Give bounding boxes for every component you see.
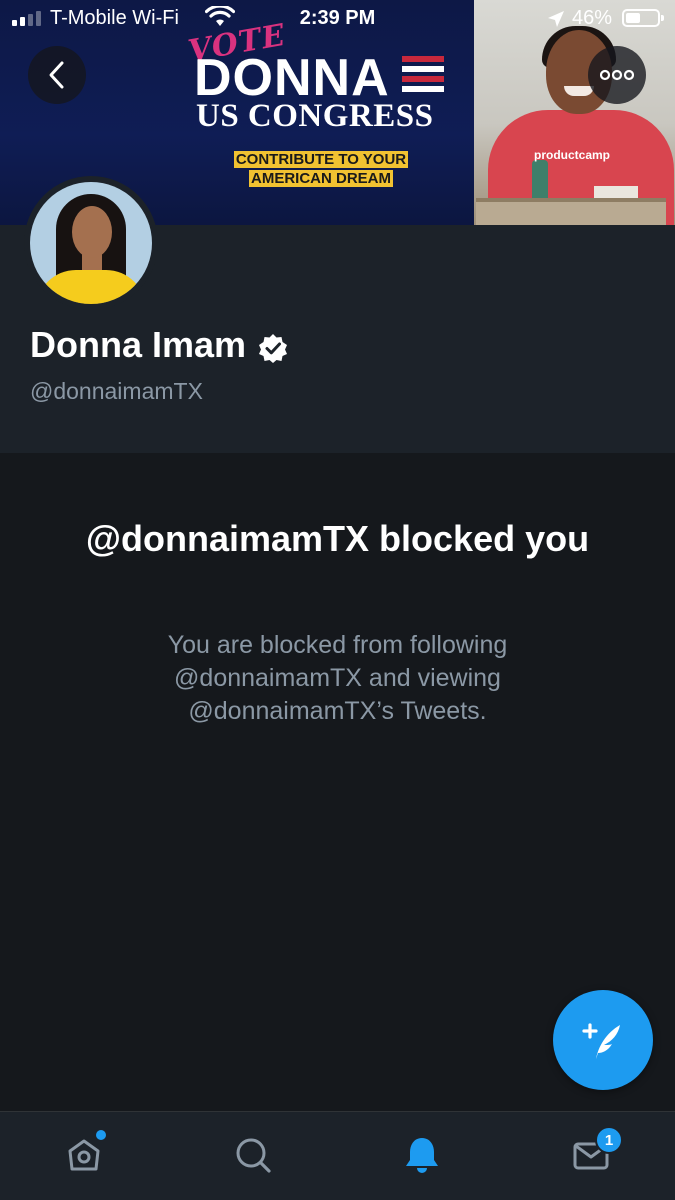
compose-tweet-button[interactable] bbox=[553, 990, 653, 1090]
home-icon bbox=[68, 1139, 100, 1171]
tab-search[interactable] bbox=[223, 1130, 283, 1180]
tab-messages[interactable]: 1 bbox=[561, 1126, 623, 1180]
display-name: Donna Imam bbox=[30, 324, 247, 365]
banner-photo-logo: productcamp bbox=[534, 148, 611, 162]
flag-stripes-graphic bbox=[402, 56, 444, 94]
search-icon bbox=[236, 1138, 271, 1173]
verified-badge-icon bbox=[258, 330, 288, 363]
avatar[interactable] bbox=[24, 176, 158, 310]
status-bar: T-Mobile Wi-Fi 2:39 PM 46% bbox=[0, 0, 675, 38]
bottom-tab-bar: 1 bbox=[0, 1111, 675, 1200]
banner-subtitle-text: US CONGRESS bbox=[196, 98, 434, 134]
tab-home[interactable] bbox=[54, 1130, 114, 1180]
tab-notifications[interactable] bbox=[392, 1130, 452, 1180]
battery-percent: 46% bbox=[572, 7, 613, 29]
more-dots-icon bbox=[600, 69, 634, 81]
back-button[interactable] bbox=[28, 46, 86, 104]
more-options-button[interactable] bbox=[588, 46, 646, 104]
bell-icon bbox=[406, 1138, 438, 1173]
chevron-left-icon bbox=[49, 61, 64, 89]
messages-badge: 1 bbox=[595, 1126, 623, 1154]
blocked-title: @donnaimamTX blocked you bbox=[85, 518, 590, 559]
banner-tagline: CONTRIBUTE TO YOUR AMERICAN DREAM bbox=[222, 150, 420, 188]
home-notification-dot bbox=[96, 1130, 106, 1140]
compose-feather-icon bbox=[582, 1023, 620, 1059]
avatar-image bbox=[30, 182, 152, 304]
banner-tagline-line1: CONTRIBUTE TO YOUR bbox=[233, 151, 409, 168]
battery-icon bbox=[622, 9, 664, 27]
profile-handle: @donnaimamTX bbox=[30, 378, 203, 404]
banner-tagline-line2: AMERICAN DREAM bbox=[249, 170, 393, 187]
profile-name-row: Donna Imam bbox=[30, 324, 288, 366]
location-arrow-icon bbox=[546, 9, 566, 35]
blocked-description: You are blocked from following @donnaima… bbox=[167, 631, 508, 725]
